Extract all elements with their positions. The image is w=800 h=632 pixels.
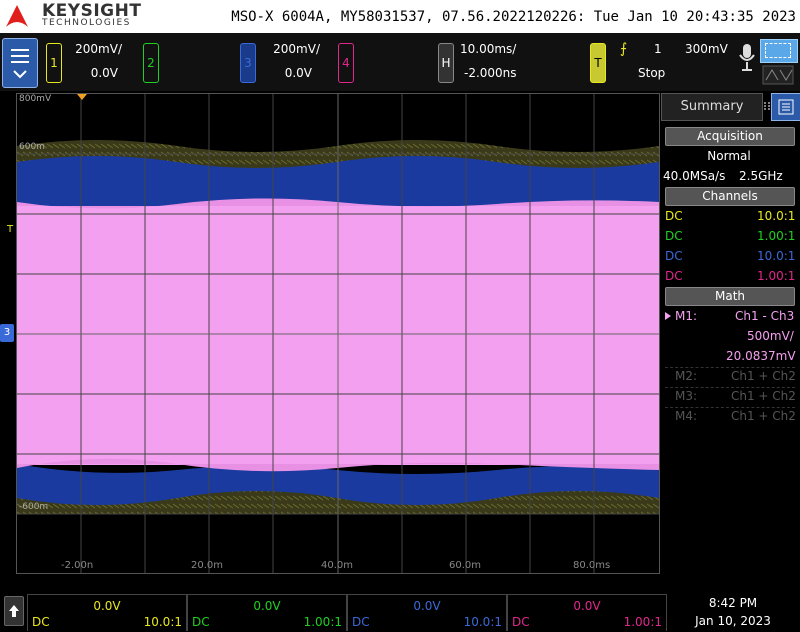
channel-1-coupling-value: DC: [32, 615, 50, 629]
channel-3-scale: 200mV/: [273, 42, 320, 56]
zoom-box-icon: [765, 43, 791, 58]
list-icon: [778, 99, 794, 115]
panel-menu-button[interactable]: [771, 93, 800, 121]
y-axis-label: 600m: [19, 142, 45, 152]
acquisition-status: Stop: [638, 66, 666, 80]
math-3-label[interactable]: M3:: [675, 389, 697, 403]
menu-icon-line: [11, 49, 29, 51]
y-axis-label: -600m: [19, 502, 49, 512]
math-3-function: Ch1 + Ch2: [731, 389, 796, 403]
panel-separator-icon: [764, 102, 770, 110]
title-bar: KEYSIGHT TECHNOLOGIES MSO-X 6004A, MY580…: [0, 0, 800, 33]
channel-4-summary[interactable]: 0.0V DC 1.00:1: [507, 594, 667, 631]
summary-panel: Summary Acquisition Normal 40.0MSa/s 2.5…: [661, 93, 800, 572]
channel-4-probe-ratio: 1.00:1: [757, 269, 796, 283]
channel-3-probe-ratio: 10.0:1: [757, 249, 796, 263]
x-axis-label: 80.0ms: [573, 560, 611, 571]
trigger-button[interactable]: T: [590, 43, 606, 83]
channel-3-button[interactable]: 3: [240, 43, 256, 83]
math-2-label[interactable]: M2:: [675, 369, 697, 383]
channel-4-offset-value: 0.0V: [573, 599, 601, 613]
channel-1-button[interactable]: 1: [46, 43, 62, 83]
divider: [665, 367, 795, 368]
arrow-up-icon: [9, 605, 19, 617]
channel-1-scale: 200mV/: [75, 42, 122, 56]
channel-3-ground-marker[interactable]: 3: [0, 324, 14, 342]
horizontal-delay: -2.000ns: [464, 66, 517, 80]
brand-subtitle: TECHNOLOGIES: [42, 18, 131, 28]
channel-1-probe-ratio: 10.0:1: [757, 209, 796, 223]
channel-1-offset-value: 0.0V: [93, 599, 121, 613]
channel-3-summary[interactable]: 0.0V DC 10.0:1: [347, 594, 507, 631]
channel-2-coupling-value: DC: [192, 615, 210, 629]
math-4-function: Ch1 + Ch2: [731, 409, 796, 423]
math-1-function: Ch1 - Ch3: [735, 309, 795, 323]
channel-2-button[interactable]: 2: [143, 43, 159, 83]
menu-icon-line: [11, 61, 29, 63]
divider: [665, 407, 795, 408]
trigger-level: 300mV: [685, 42, 728, 56]
channel-1-coupling: DC: [665, 209, 683, 223]
channel-4-button[interactable]: 4: [338, 43, 354, 83]
channel-2-offset-value: 0.0V: [253, 599, 281, 613]
x-axis-label: -2.00n: [61, 560, 94, 571]
y-axis-label-top: 800mV: [19, 94, 52, 104]
acquisition-mode: Normal: [707, 149, 751, 163]
channel-1-offset: 0.0V: [90, 66, 118, 80]
channel-1-ratio-value: 10.0:1: [143, 615, 182, 629]
channel-3-coupling-value: DC: [352, 615, 370, 629]
math-header: Math: [665, 287, 795, 306]
math-1-scale: 500mV/: [747, 329, 794, 343]
zoom-box-button[interactable]: [760, 39, 798, 63]
x-axis-label: 40.0m: [321, 560, 354, 571]
channel-4-coupling: DC: [665, 269, 683, 283]
control-bar: 1 200mV/ 0.0V 2 3 200mV/ 0.0V 4 H 10.00m…: [0, 33, 800, 91]
horizontal-scale: 10.00ms/: [460, 42, 517, 56]
math-1-offset: 20.0837mV: [726, 349, 796, 363]
divider: [665, 387, 795, 388]
sample-rate: 40.0MSa/s: [663, 169, 726, 183]
channel-2-summary[interactable]: 0.0V DC 1.00:1: [187, 594, 347, 631]
channel-3-ratio-value: 10.0:1: [463, 615, 502, 629]
horizontal-button[interactable]: H: [438, 43, 454, 83]
selected-arrow-icon: [665, 312, 671, 320]
x-axis-label: 20.0m: [191, 560, 224, 571]
clock-date: Jan 10, 2023: [695, 614, 771, 628]
channel-4-ratio-value: 1.00:1: [623, 615, 662, 629]
main-menu-button[interactable]: [2, 38, 38, 88]
summary-tab[interactable]: Summary: [661, 93, 763, 121]
chevron-down-icon: [13, 70, 27, 79]
channel-2-ratio-value: 1.00:1: [303, 615, 342, 629]
microphone-icon[interactable]: [738, 43, 756, 73]
waveform-display[interactable]: 800mV 600m -600m -2.00n 20.0m 40.0m 60.0…: [16, 93, 660, 574]
trigger-level-marker[interactable]: T: [7, 224, 13, 235]
trigger-slope-icon: ⨍: [620, 41, 628, 57]
math-4-label[interactable]: M4:: [675, 409, 697, 423]
menu-icon-line: [11, 55, 29, 57]
keysight-logo: [6, 5, 28, 27]
channel-4-coupling-value: DC: [512, 615, 530, 629]
channel-2-coupling: DC: [665, 229, 683, 243]
channel-2-probe-ratio: 1.00:1: [757, 229, 796, 243]
waveform-trigger-icon[interactable]: [762, 65, 794, 85]
trigger-source: 1: [654, 42, 662, 56]
instrument-info: MSO-X 6004A, MY58031537, 07.56.202212022…: [231, 9, 796, 25]
expand-button[interactable]: [4, 596, 24, 626]
channel-3-offset: 0.0V: [284, 66, 312, 80]
channel-1-summary[interactable]: 0.0V DC 10.0:1: [27, 594, 187, 631]
bandwidth: 2.5GHz: [739, 169, 783, 183]
graticule-svg: [17, 94, 659, 573]
trigger-position-marker[interactable]: [77, 94, 87, 100]
acquisition-header: Acquisition: [665, 127, 795, 146]
channel-3-offset-value: 0.0V: [413, 599, 441, 613]
clock-time: 8:42 PM: [708, 596, 758, 610]
x-axis-label: 60.0m: [449, 560, 482, 571]
math-1-label[interactable]: M1:: [675, 309, 697, 323]
channels-header: Channels: [665, 187, 795, 206]
channel-3-coupling: DC: [665, 249, 683, 263]
math-2-function: Ch1 + Ch2: [731, 369, 796, 383]
